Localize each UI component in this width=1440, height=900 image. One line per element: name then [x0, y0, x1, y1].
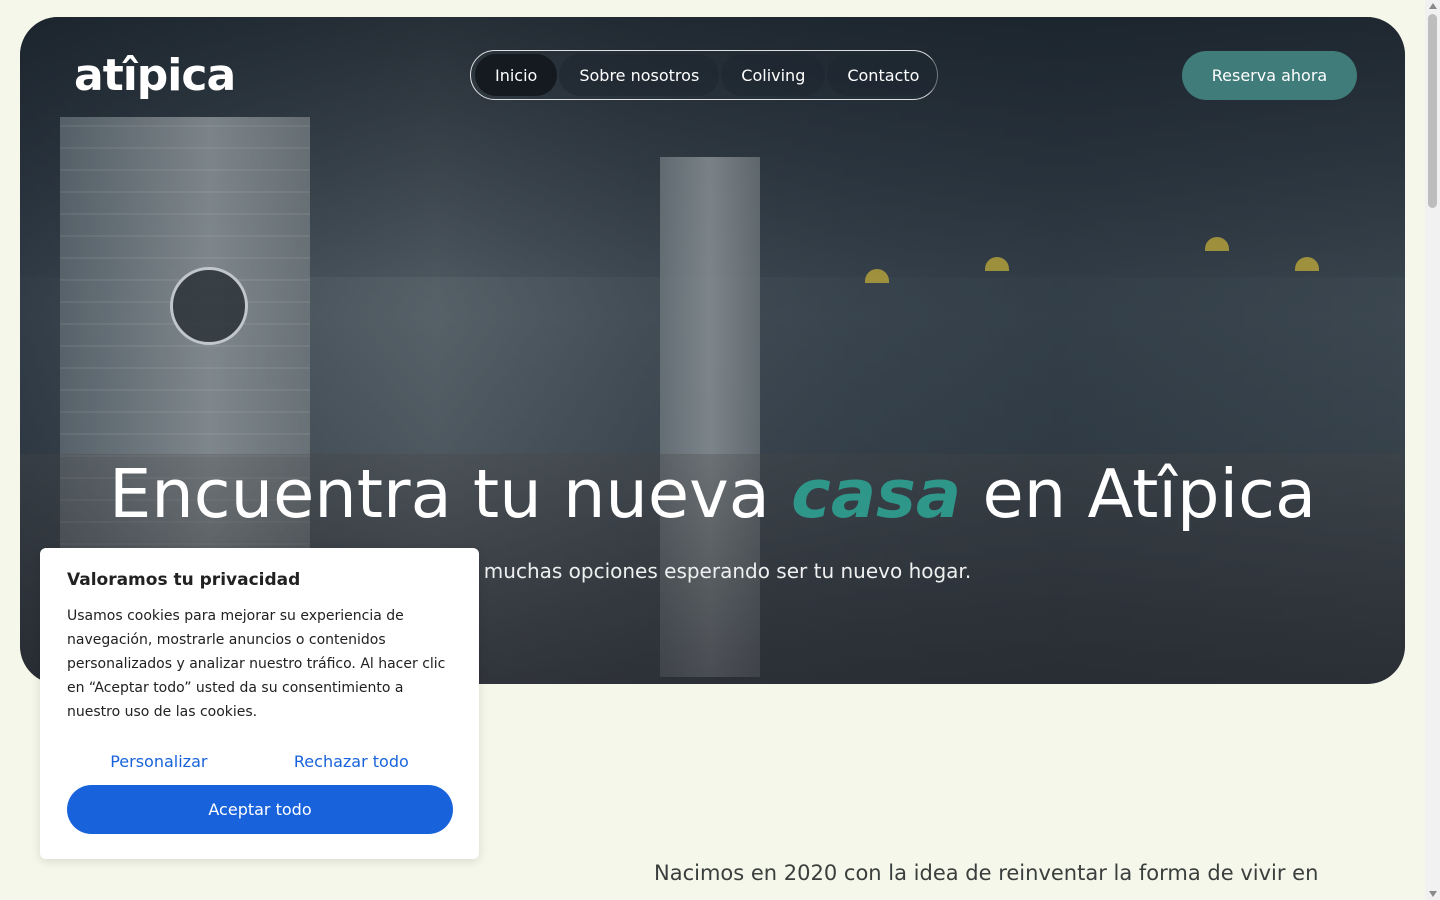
- intro-paragraph: Nacimos en 2020 con la idea de reinventa…: [654, 861, 1319, 885]
- cookie-title: Valoramos tu privacidad: [67, 570, 301, 590]
- hero-title-accent: casa: [791, 455, 962, 533]
- scroll-thumb[interactable]: [1428, 14, 1437, 208]
- accept-all-button[interactable]: Aceptar todo: [67, 785, 453, 834]
- reserve-button[interactable]: Reserva ahora: [1182, 51, 1357, 100]
- wall-clock: [170, 267, 248, 345]
- main-nav: Inicio Sobre nosotros Coliving Contacto: [470, 50, 940, 100]
- brand-logo[interactable]: atîpica: [74, 50, 236, 101]
- nav-item-coliving[interactable]: Coliving: [721, 54, 826, 96]
- scroll-up-arrow-icon[interactable]: [1429, 3, 1437, 9]
- cookie-secondary-actions: Personalizar Rechazar todo: [67, 752, 452, 771]
- hero-title-end: en Atîpica: [982, 455, 1317, 533]
- cookie-banner: Valoramos tu privacidad Usamos cookies p…: [40, 548, 479, 859]
- nav-item-inicio[interactable]: Inicio: [475, 54, 558, 96]
- reject-all-button[interactable]: Rechazar todo: [294, 752, 409, 771]
- hero-title: Encuentra tu nueva casa en Atîpica: [0, 455, 1425, 533]
- customize-button[interactable]: Personalizar: [110, 752, 207, 771]
- cookie-text: Usamos cookies para mejorar su experienc…: [67, 608, 446, 720]
- nav-item-sobre-nosotros[interactable]: Sobre nosotros: [559, 54, 720, 96]
- nav-item-contacto[interactable]: Contacto: [827, 54, 940, 96]
- scroll-down-arrow-icon[interactable]: [1429, 891, 1437, 897]
- page-scrollbar[interactable]: [1425, 0, 1440, 900]
- hero-title-start: Encuentra tu nueva: [108, 455, 770, 533]
